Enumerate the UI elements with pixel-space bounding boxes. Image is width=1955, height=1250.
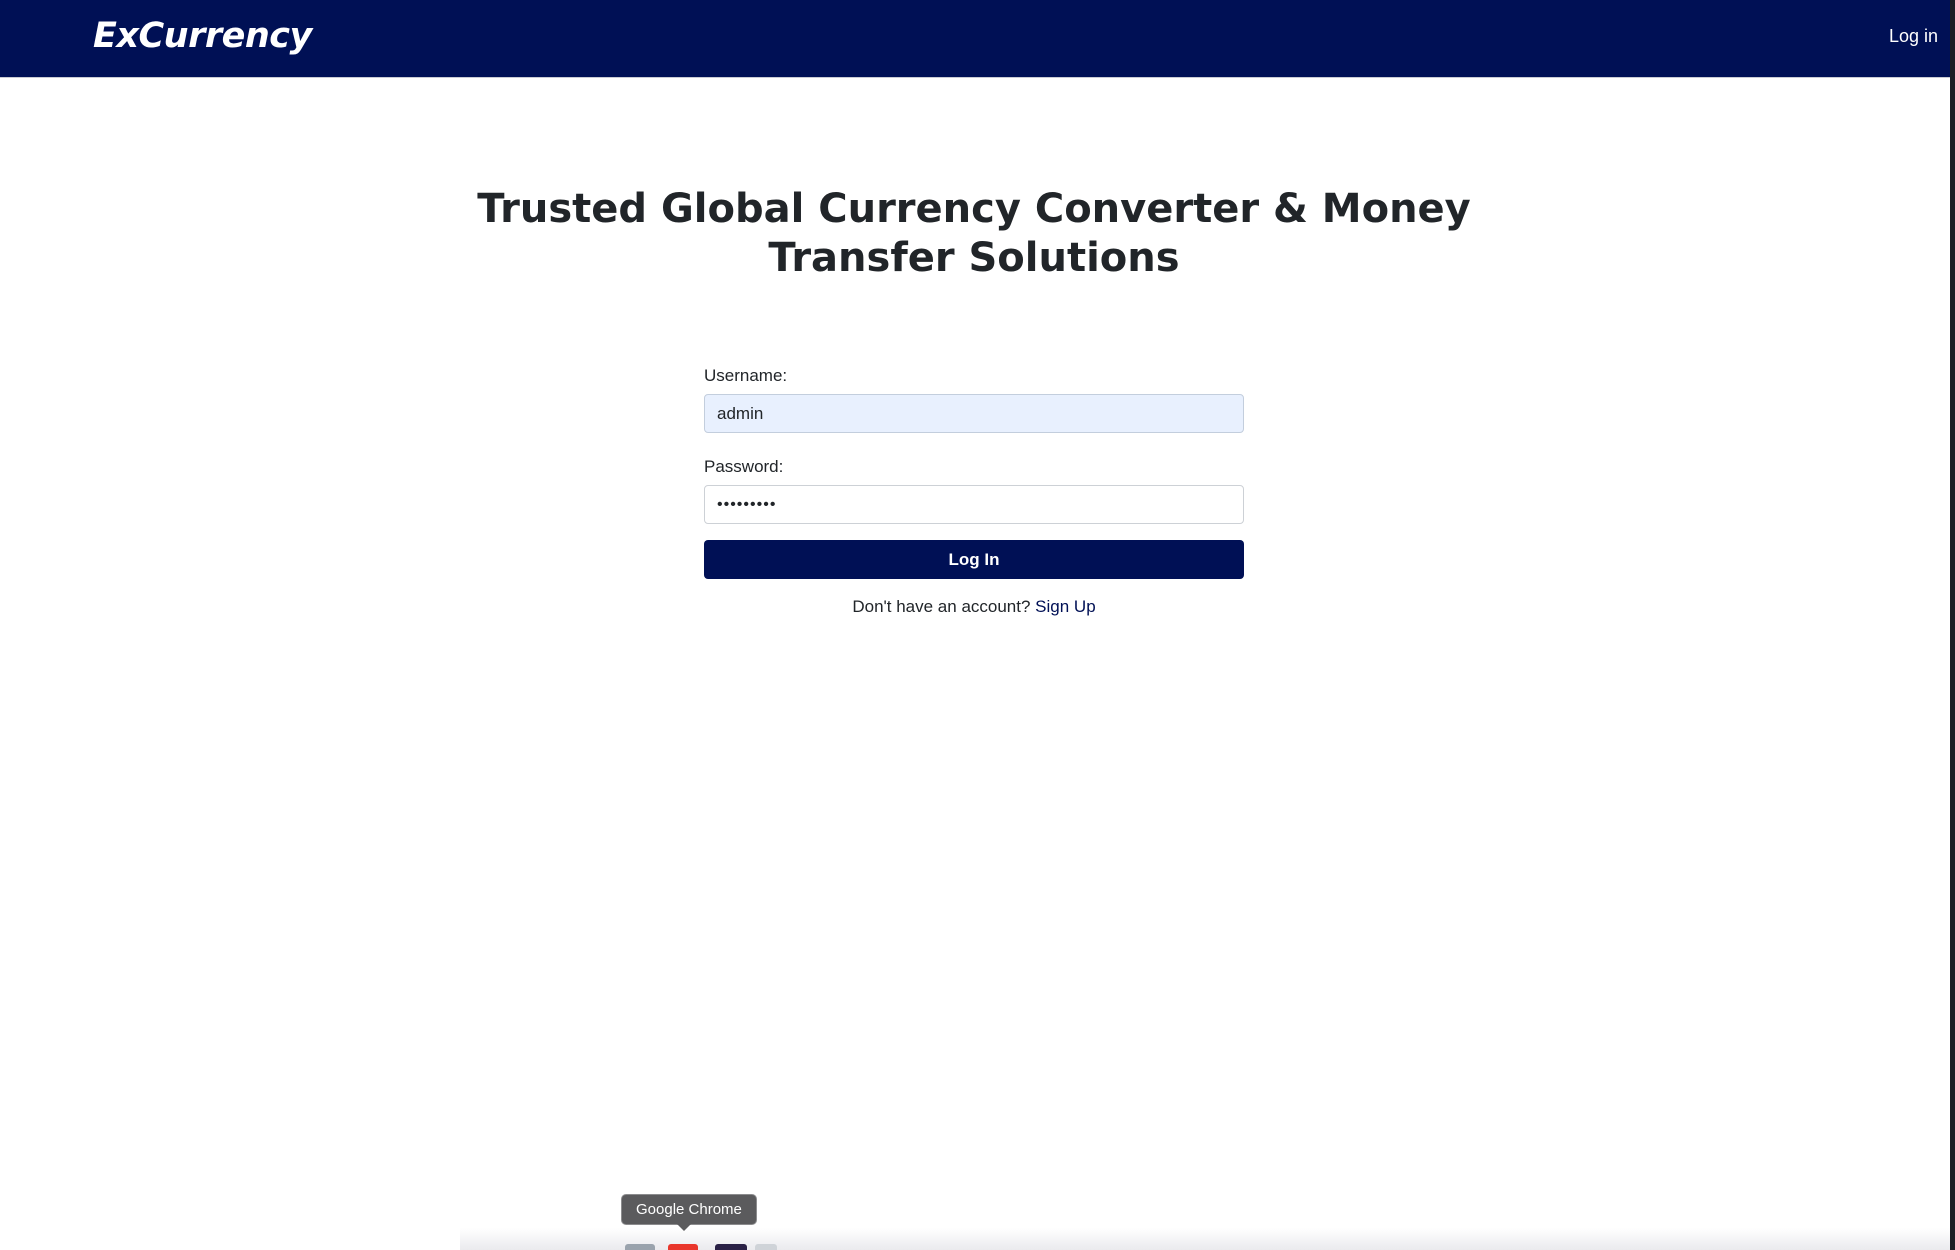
login-submit-button[interactable]: Log In [704, 540, 1244, 579]
finder-icon[interactable] [625, 1244, 655, 1250]
browser-viewport: ExCurrency Log in Trusted Global Currenc… [0, 0, 1950, 1250]
page: ExCurrency Log in Trusted Global Currenc… [0, 0, 1955, 1250]
signup-prompt-line: Don't have an account? Sign Up [704, 597, 1244, 617]
app-icon-2[interactable] [755, 1244, 777, 1250]
login-form: Username: Password: Log In Don't have an… [704, 366, 1244, 617]
dock [570, 1244, 790, 1250]
app-icon[interactable] [715, 1244, 747, 1250]
nav-login-link[interactable]: Log in [1889, 26, 1938, 47]
tooltip-arrow [676, 1223, 692, 1231]
username-field[interactable] [704, 394, 1244, 433]
password-field[interactable] [704, 485, 1244, 524]
dock-tooltip: Google Chrome [621, 1194, 757, 1225]
page-title: Trusted Global Currency Converter & Mone… [477, 186, 1471, 281]
top-navbar: ExCurrency Log in [0, 0, 1950, 78]
username-label: Username: [704, 366, 788, 385]
chrome-icon[interactable] [668, 1244, 698, 1250]
password-label: Password: [704, 457, 784, 476]
signup-prompt-text: Don't have an account? [852, 597, 1031, 616]
window-edge [1950, 0, 1955, 1250]
brand-logo[interactable]: ExCurrency [93, 16, 312, 56]
signup-link[interactable]: Sign Up [1035, 597, 1095, 616]
